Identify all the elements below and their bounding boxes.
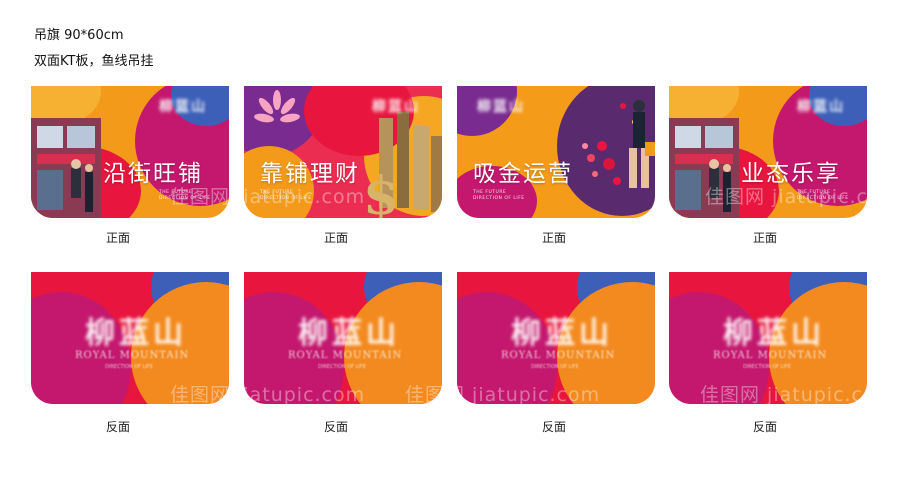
svg-text:$: $ [363,166,399,218]
caption-front-2: 正面 [323,231,348,245]
logo-subline: DIRECTION OF LIFE [318,364,366,370]
caption-back-1: 反面 [105,420,130,434]
slogan: 沿街旺铺 [103,161,203,187]
tagline: THE FUTURE DIRECTION OF LIFE [159,190,211,201]
logo-mark: 柳蓝山 [85,316,187,351]
slogan: 业态乐享 [741,161,841,187]
spec-note: 双面KT板，鱼线吊挂 [34,54,154,69]
caption-front-1: 正面 [105,231,130,245]
building-photo [31,118,101,218]
banner-back-2: 柳蓝山 ROYAL MOUNTAIN DIRECTION OF LIFE [244,272,442,404]
banner-back-3: 柳蓝山 ROYAL MOUNTAIN DIRECTION OF LIFE [457,272,655,404]
logo-subline: DIRECTION OF LIFE [105,364,153,370]
banner-front-4: 柳蓝山 业态乐享 THE FUTURE DIRECTION OF LIFE [669,86,867,218]
caption-front-4: 正面 [752,231,777,245]
banner-back-1: 柳蓝山 ROYAL MOUNTAIN DIRECTION OF LIFE [31,272,229,404]
logo-english: ROYAL MOUNTAIN [288,350,403,361]
logo-mark: 柳蓝山 [159,99,207,115]
logo-mark: 柳蓝山 [477,99,525,115]
logo-mark: 柳蓝山 [723,316,825,351]
caption-back-3: 反面 [541,420,566,434]
logo-subline: DIRECTION OF LIFE [531,364,579,370]
logo-english: ROYAL MOUNTAIN [75,350,190,361]
logo-subline: DIRECTION OF LIFE [743,364,791,370]
logo-english: ROYAL MOUNTAIN [501,350,616,361]
caption-front-3: 正面 [541,231,566,245]
logo-mark: 柳蓝山 [797,99,845,115]
finance-photo: $ [363,112,442,218]
tagline: THE FUTURE DIRECTION OF LIFE [797,190,849,201]
caption-back-2: 反面 [323,420,348,434]
slogan: 靠铺理财 [260,161,360,187]
caption-back-4: 反面 [752,420,777,434]
tagline: THE FUTURE DIRECTION OF LIFE [473,190,525,201]
logo-mark: 柳蓝山 [511,316,613,351]
banner-back-4: 柳蓝山 ROYAL MOUNTAIN DIRECTION OF LIFE [669,272,867,404]
logo-mark: 柳蓝山 [298,316,400,351]
logo-english: ROYAL MOUNTAIN [713,350,828,361]
flower-icon [254,90,300,123]
banner-front-2: $ 柳蓝山 靠铺理财 THE FUTURE DIRECTION OF LIFE [244,86,442,218]
spec-title: 吊旗 90*60cm [34,28,124,43]
tagline: THE FUTURE DIRECTION OF LIFE [260,190,312,201]
slogan: 吸金运营 [473,161,573,187]
banner-front-3: 柳蓝山 吸金运营 THE FUTURE DIRECTION OF LIFE [457,86,655,218]
woman-shopping-photo [582,100,655,188]
banner-front-1: 柳蓝山 沿街旺铺 THE FUTURE DIRECTION OF LIFE [31,86,229,218]
building-photo [669,118,739,218]
logo-mark: 柳蓝山 [372,99,420,115]
